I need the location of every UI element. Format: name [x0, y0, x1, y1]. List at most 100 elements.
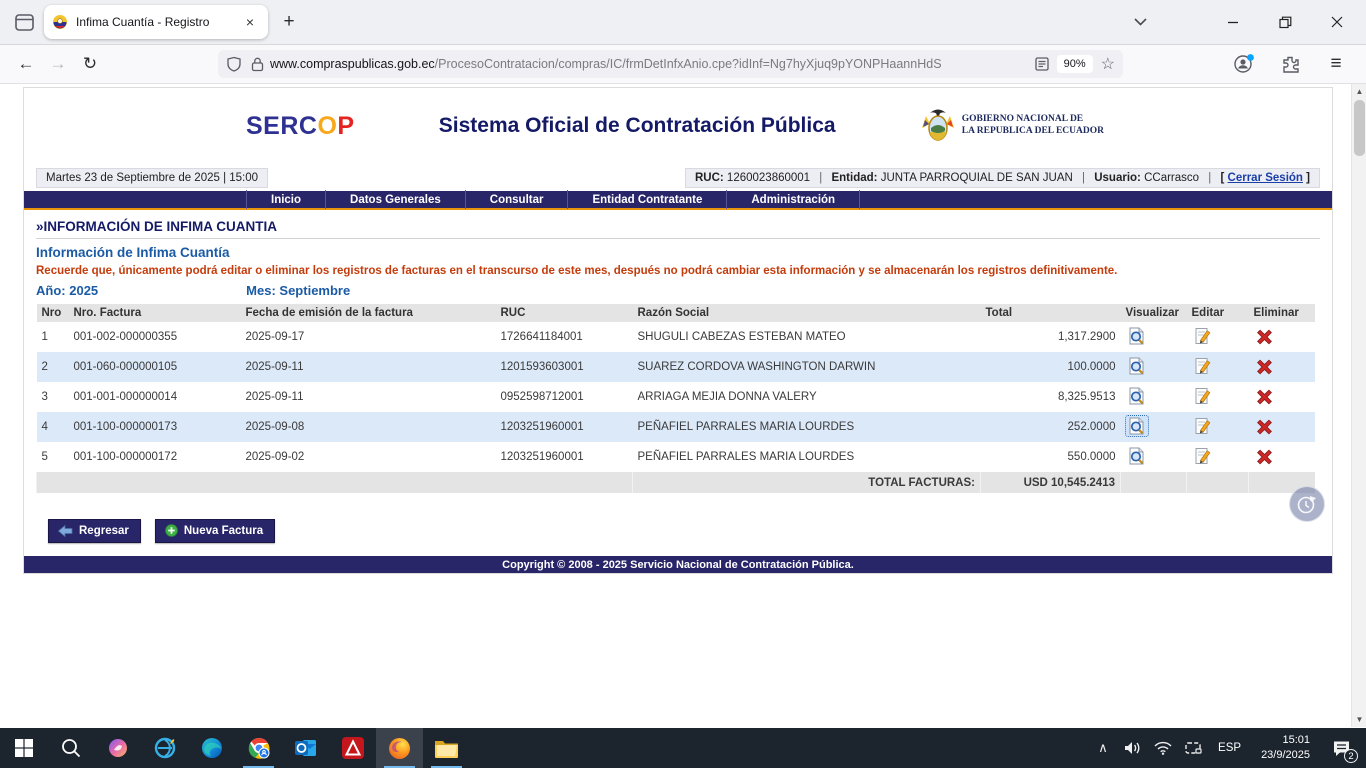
session-box: RUC: 1260023860001 | Entidad: JUNTA PARR… — [685, 168, 1320, 188]
table-header-row: Nro Nro. Factura Fecha de emisión de la … — [37, 304, 1315, 322]
zoom-level-badge[interactable]: 90% — [1057, 55, 1093, 73]
taskbar-ie-button[interactable] — [141, 728, 188, 768]
system-tray: ∧ ESP 15:01 23/9/2025 2 — [1090, 728, 1366, 768]
url-bar[interactable]: www.compraspublicas.gob.ec/ProcesoContra… — [218, 50, 1123, 78]
separator: | — [819, 172, 822, 184]
cell-fecha: 2025-09-08 — [241, 412, 496, 442]
reader-view-icon[interactable] — [1035, 57, 1049, 71]
scroll-down-arrow[interactable]: ▼ — [1352, 712, 1366, 727]
menu-item-datos-generales[interactable]: Datos Generales — [325, 190, 465, 209]
year-label: Año: — [36, 283, 66, 298]
cell-razon: ARRIAGA MEJIA DONNA VALERY — [633, 382, 981, 412]
editar-button[interactable] — [1192, 416, 1214, 436]
taskbar-outlook-button[interactable] — [282, 728, 329, 768]
taskbar-firefox-button[interactable] — [376, 728, 423, 768]
visualizar-button[interactable] — [1126, 326, 1148, 346]
invoices-table: Nro Nro. Factura Fecha de emisión de la … — [36, 304, 1315, 493]
close-window-button[interactable] — [1324, 9, 1350, 35]
wifi-icon[interactable] — [1150, 728, 1176, 768]
taskbar-edge-button[interactable] — [188, 728, 235, 768]
url-domain: www.compraspublicas.gob.ec — [270, 57, 435, 71]
window-controls — [1220, 9, 1366, 35]
logo-text-serc: SERC — [246, 112, 317, 140]
new-tab-button[interactable]: + — [274, 7, 304, 37]
volume-icon[interactable] — [1120, 728, 1146, 768]
eliminar-button[interactable] — [1254, 387, 1276, 407]
acrobat-icon — [341, 736, 365, 760]
col-header-ruc: RUC — [496, 304, 633, 322]
logout-link[interactable]: Cerrar Sesión — [1228, 172, 1303, 184]
hidden-icons-chevron[interactable]: ∧ — [1090, 728, 1116, 768]
account-button[interactable] — [1230, 50, 1258, 78]
extension-floating-button[interactable] — [1289, 486, 1325, 522]
nueva-factura-button[interactable]: Nueva Factura — [155, 519, 275, 543]
edit-pencil-icon — [1194, 417, 1211, 435]
taskbar-clock[interactable]: 15:01 23/9/2025 — [1253, 733, 1318, 763]
connect-monitor-icon[interactable] — [1180, 728, 1206, 768]
reload-button[interactable]: ↻ — [74, 49, 106, 79]
taskbar-acrobat-button[interactable] — [329, 728, 376, 768]
gov-text-line2: LA REPUBLICA DEL ECUADOR — [962, 126, 1104, 138]
cell-nro: 2 — [37, 352, 69, 382]
forward-button[interactable]: → — [42, 49, 74, 79]
minimize-button[interactable] — [1220, 9, 1246, 35]
browser-tab[interactable]: Infima Cuantía - Registro × — [44, 5, 268, 39]
vertical-scrollbar[interactable]: ▲ ▼ — [1351, 84, 1366, 727]
shield-icon[interactable] — [226, 56, 242, 72]
cell-razon: PEÑAFIEL PARRALES MARIA LOURDES — [633, 442, 981, 472]
firefox-view-button[interactable] — [8, 7, 40, 37]
view-document-icon — [1128, 417, 1145, 435]
visualizar-button[interactable] — [1126, 416, 1148, 436]
taskbar-explorer-button[interactable] — [423, 728, 470, 768]
ruc-value: 1260023860001 — [727, 172, 810, 184]
eliminar-button[interactable] — [1254, 327, 1276, 347]
editar-button[interactable] — [1192, 326, 1214, 346]
menu-item-administracion[interactable]: Administración — [726, 190, 860, 209]
entidad-label: Entidad: — [831, 172, 877, 184]
language-indicator[interactable]: ESP — [1210, 742, 1249, 754]
regresar-button[interactable]: Regresar — [48, 519, 141, 543]
visualizar-button[interactable] — [1126, 356, 1148, 376]
edge-icon — [200, 736, 224, 760]
scroll-up-arrow[interactable]: ▲ — [1352, 84, 1366, 99]
menu-button[interactable]: ≡ — [1322, 50, 1350, 78]
tab-close-icon[interactable]: × — [240, 12, 260, 32]
cell-nro: 4 — [37, 412, 69, 442]
notifications-button[interactable]: 2 — [1322, 728, 1360, 768]
scrollbar-thumb[interactable] — [1354, 100, 1365, 156]
eliminar-button[interactable] — [1254, 447, 1276, 467]
menu-item-entidad-contratante[interactable]: Entidad Contratante — [567, 190, 726, 209]
cell-razon: SHUGULI CABEZAS ESTEBAN MATEO — [633, 322, 981, 352]
back-button[interactable]: ← — [10, 49, 42, 79]
cell-ruc: 1201593603001 — [496, 352, 633, 382]
cell-ruc: 1726641184001 — [496, 322, 633, 352]
restore-button[interactable] — [1272, 9, 1298, 35]
bookmark-star-icon[interactable]: ☆ — [1101, 54, 1115, 74]
taskbar-chrome-button[interactable] — [235, 728, 282, 768]
start-button[interactable] — [0, 728, 47, 768]
gov-text-line1: GOBIERNO NACIONAL DE — [962, 114, 1104, 126]
eliminar-button[interactable] — [1254, 417, 1276, 437]
taskbar-time: 15:01 — [1261, 733, 1310, 748]
lock-icon[interactable] — [251, 57, 264, 72]
extensions-button[interactable] — [1276, 50, 1304, 78]
eliminar-button[interactable] — [1254, 357, 1276, 377]
visualizar-button[interactable] — [1126, 446, 1148, 466]
menu-item-inicio[interactable]: Inicio — [246, 190, 325, 209]
list-tabs-button[interactable] — [1126, 8, 1154, 36]
editar-button[interactable] — [1192, 446, 1214, 466]
add-plus-icon — [165, 524, 178, 537]
table-row: 2 001-060-000000105 2025-09-11 120159360… — [37, 352, 1315, 382]
menu-item-consultar[interactable]: Consultar — [465, 190, 568, 209]
cell-total: 1,317.2900 — [981, 322, 1121, 352]
ecuador-coat-of-arms-icon — [920, 106, 956, 146]
edit-pencil-icon — [1194, 447, 1211, 465]
taskbar-search-button[interactable] — [47, 728, 94, 768]
government-logo-text: GOBIERNO NACIONAL DE LA REPUBLICA DEL EC… — [962, 114, 1104, 138]
taskbar-copilot-button[interactable] — [94, 728, 141, 768]
page-content: »INFORMACIÓN DE INFIMA CUANTIA Informaci… — [24, 210, 1332, 573]
back-arrow-icon — [58, 525, 73, 537]
editar-button[interactable] — [1192, 356, 1214, 376]
visualizar-button[interactable] — [1126, 386, 1148, 406]
editar-button[interactable] — [1192, 386, 1214, 406]
